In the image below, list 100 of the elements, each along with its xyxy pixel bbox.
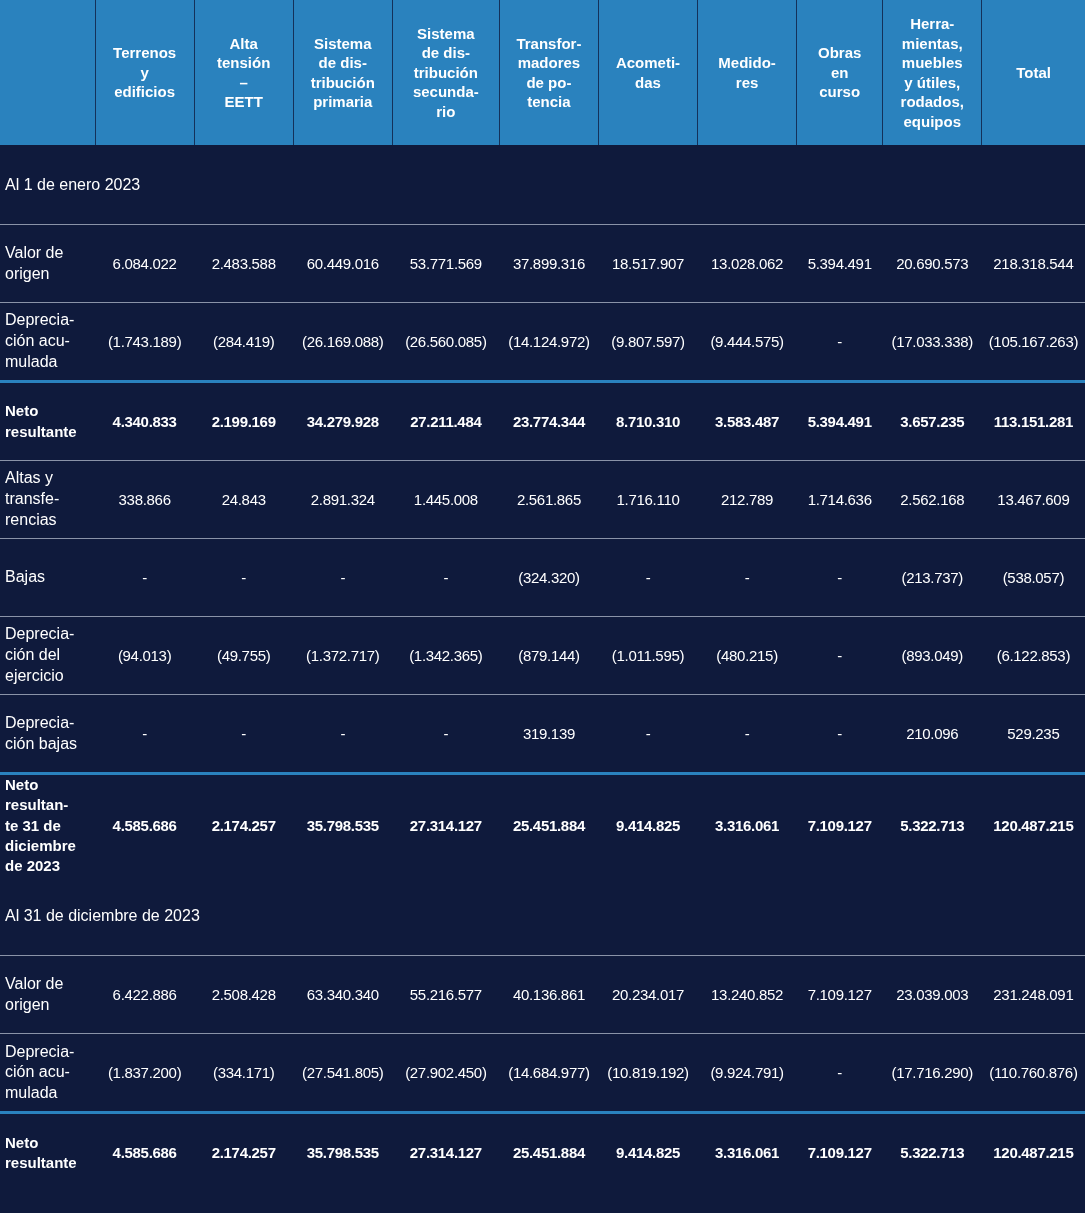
column-header: Alta tensión – EETT [194, 0, 294, 145]
table-cell: - [95, 694, 195, 774]
table-cell: (1.372.717) [293, 616, 393, 695]
column-header: Acometi- das [598, 0, 698, 145]
table-cell: 35.798.535 [293, 1112, 393, 1192]
table-cell: - [796, 616, 883, 695]
table-cell: - [697, 538, 797, 617]
table-cell: 338.866 [95, 460, 195, 539]
table-cell: (10.819.192) [598, 1033, 698, 1113]
table-cell: 1.716.110 [598, 460, 698, 539]
table-cell: 5.394.491 [796, 224, 883, 303]
row-label: Deprecia- ción acu- mulada [0, 302, 96, 382]
table-cell: (27.902.450) [392, 1033, 500, 1113]
column-header: Terrenos y edificios [95, 0, 195, 145]
table-cell: 2.562.168 [882, 460, 982, 539]
table-cell: (26.560.085) [392, 302, 500, 382]
table-cell: 212.789 [697, 460, 797, 539]
column-header: Total [981, 0, 1085, 145]
table-cell: 218.318.544 [981, 224, 1085, 303]
table-cell: 55.216.577 [392, 955, 500, 1034]
table-cell: 7.109.127 [796, 773, 883, 877]
table-cell: 5.322.713 [882, 773, 982, 877]
table-cell: 3.316.061 [697, 773, 797, 877]
column-header: Transfor- madores de po- tencia [499, 0, 599, 145]
table-cell: 1.714.636 [796, 460, 883, 539]
table-cell: 5.322.713 [882, 1112, 982, 1192]
table-cell: 8.710.310 [598, 381, 698, 461]
table-cell: - [95, 538, 195, 617]
table-cell: (26.169.088) [293, 302, 393, 382]
table-cell: (9.924.791) [697, 1033, 797, 1113]
table-cell: 2.508.428 [194, 955, 294, 1034]
table-cell: (324.320) [499, 538, 599, 617]
column-header: Sistema de dis- tribución primaria [293, 0, 393, 145]
table-cell: - [392, 538, 500, 617]
table-cell: (17.716.290) [882, 1033, 982, 1113]
section-title: Al 31 de diciembre de 2023 [5, 906, 200, 924]
table-cell: - [796, 694, 883, 774]
table-cell: 13.240.852 [697, 955, 797, 1034]
table-cell: (9.807.597) [598, 302, 698, 382]
table-cell: (27.541.805) [293, 1033, 393, 1113]
table-cell: - [293, 538, 393, 617]
table-cell: - [697, 694, 797, 774]
table-cell: (6.122.853) [981, 616, 1085, 695]
table-cell: (17.033.338) [882, 302, 982, 382]
table-cell: 2.199.169 [194, 381, 294, 461]
table-cell: 2.483.588 [194, 224, 294, 303]
table-cell: (213.737) [882, 538, 982, 617]
row-label: Deprecia- ción acu- mulada [0, 1033, 96, 1113]
table-cell: (284.419) [194, 302, 294, 382]
table-cell: 6.084.022 [95, 224, 195, 303]
table-cell: - [796, 538, 883, 617]
table-cell: 5.394.491 [796, 381, 883, 461]
table-cell: 2.561.865 [499, 460, 599, 539]
table-cell: 120.487.215 [981, 1112, 1085, 1192]
table-cell: (879.144) [499, 616, 599, 695]
table-cell: (105.167.263) [981, 302, 1085, 382]
table-cell: 120.487.215 [981, 773, 1085, 877]
table-cell: 23.039.003 [882, 955, 982, 1034]
table-cell: - [194, 694, 294, 774]
table-cell: 25.451.884 [499, 1112, 599, 1192]
column-header: Obras en curso [796, 0, 883, 145]
table-cell: 9.414.825 [598, 773, 698, 877]
table-cell: (1.342.365) [392, 616, 500, 695]
table-cell: 20.234.017 [598, 955, 698, 1034]
table-cell: 2.174.257 [194, 1112, 294, 1192]
table-cell: (893.049) [882, 616, 982, 695]
table-cell: 3.657.235 [882, 381, 982, 461]
table-cell: (14.684.977) [499, 1033, 599, 1113]
table-cell: 37.899.316 [499, 224, 599, 303]
table-cell: 210.096 [882, 694, 982, 774]
table-cell: 113.151.281 [981, 381, 1085, 461]
table-cell: 13.467.609 [981, 460, 1085, 539]
table-cell: 27.314.127 [392, 1112, 500, 1192]
row-label: Valor de origen [0, 224, 96, 303]
table-cell: 4.340.833 [95, 381, 195, 461]
table-cell: 319.139 [499, 694, 599, 774]
table-cell: 20.690.573 [882, 224, 982, 303]
table-cell: 24.843 [194, 460, 294, 539]
table-cell: 13.028.062 [697, 224, 797, 303]
row-label: Deprecia- ción del ejercicio [0, 616, 96, 695]
table-cell: - [796, 302, 883, 382]
row-label: Bajas [0, 538, 96, 617]
column-header: Sistema de dis- tribución secunda- rio [392, 0, 500, 145]
table-cell: (1.011.595) [598, 616, 698, 695]
table-cell: (14.124.972) [499, 302, 599, 382]
row-label: Neto resultante [0, 1112, 96, 1192]
table-cell: - [293, 694, 393, 774]
table-cell: (334.171) [194, 1033, 294, 1113]
table-cell: (1.743.189) [95, 302, 195, 382]
table-cell: 2.174.257 [194, 773, 294, 877]
table-cell: 34.279.928 [293, 381, 393, 461]
row-label: Valor de origen [0, 955, 96, 1034]
table-cell: - [598, 694, 698, 774]
table-cell: 27.211.484 [392, 381, 500, 461]
table-cell: 35.798.535 [293, 773, 393, 877]
table-cell: 4.585.686 [95, 1112, 195, 1192]
table-cell: - [598, 538, 698, 617]
table-cell: - [392, 694, 500, 774]
row-label: Deprecia- ción bajas [0, 694, 96, 774]
section-title: Al 1 de enero 2023 [5, 175, 141, 193]
